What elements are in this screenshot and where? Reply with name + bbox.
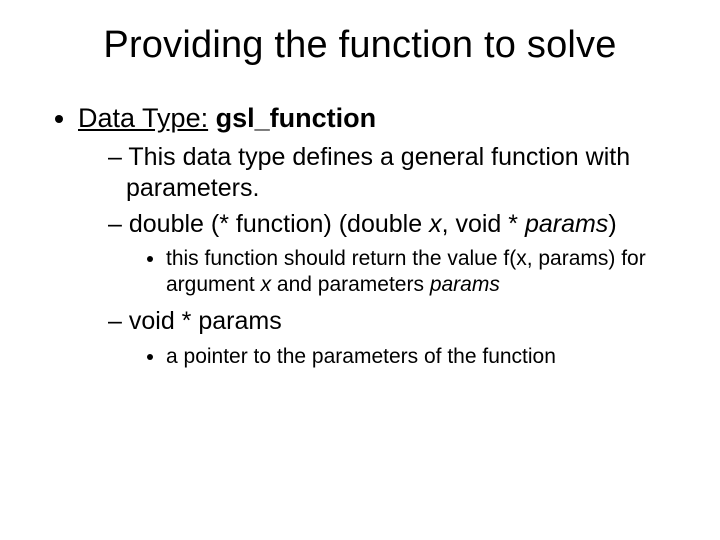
bullet-list-level2: This data type defines a general functio… <box>78 142 670 370</box>
data-type-value: gsl_function <box>216 103 377 133</box>
params-note: a pointer to the parameters of the funct… <box>166 344 670 370</box>
text-italic-params: params <box>430 273 500 296</box>
slide-title: Providing the function to solve <box>50 24 670 67</box>
text-italic-x: x <box>429 210 442 238</box>
text: This data type defines a general functio… <box>126 143 630 202</box>
text-italic-params: params <box>525 210 608 238</box>
sub-function-signature: double (* function) (double x, void * pa… <box>108 209 670 299</box>
sub-params-field: void * params a pointer to the parameter… <box>108 306 670 370</box>
bullet-data-type: Data Type: gsl_function This data type d… <box>78 103 670 370</box>
text-italic-x: x <box>261 273 272 296</box>
text: and parameters <box>271 273 430 296</box>
slide: Providing the function to solve Data Typ… <box>0 0 720 540</box>
bullet-list-level3: this function should return the value f(… <box>126 246 670 299</box>
text: ) <box>608 210 616 238</box>
bullet-list-level3: a pointer to the parameters of the funct… <box>126 344 670 370</box>
text: void * params <box>129 307 282 335</box>
function-note: this function should return the value f(… <box>166 246 670 299</box>
data-type-label: Data Type: <box>78 103 208 133</box>
text: double (* function) (double <box>129 210 429 238</box>
text: a pointer to the parameters of the funct… <box>166 345 556 368</box>
text: , void * <box>442 210 525 238</box>
bullet-list-level1: Data Type: gsl_function This data type d… <box>50 103 670 370</box>
sub-description: This data type defines a general functio… <box>108 142 670 205</box>
